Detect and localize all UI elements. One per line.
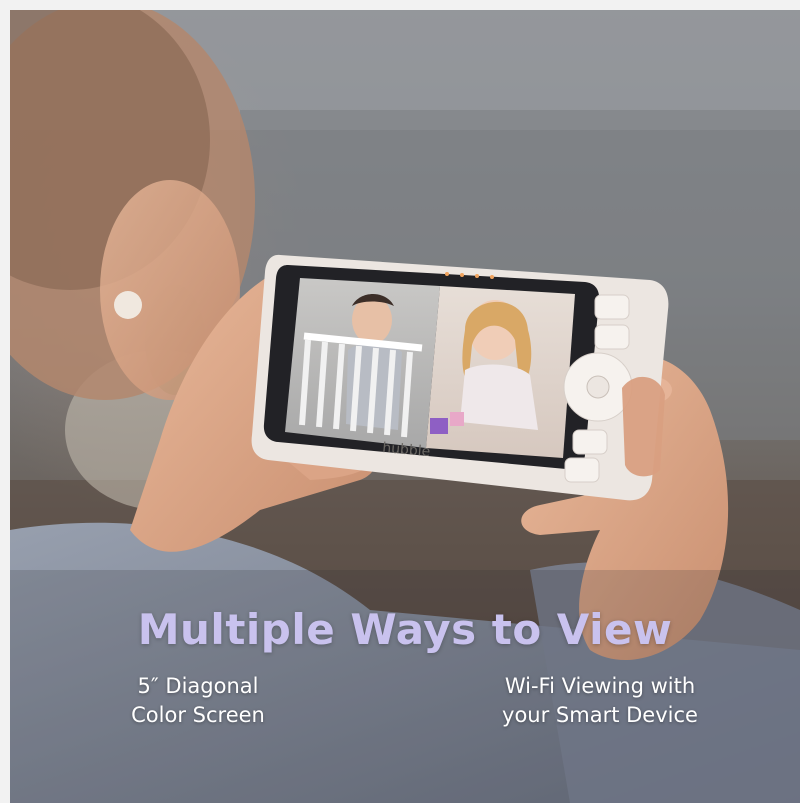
menu-icon [594, 324, 630, 350]
microphone-icon [572, 429, 608, 455]
feature-line: Color Screen [131, 703, 265, 727]
feature-line: Wi-Fi Viewing with [504, 674, 696, 698]
product-photo: hubble Multiple Ways to View 5″ Diagonal… [10, 10, 800, 803]
baby-monitor-device: hubble [251, 254, 669, 501]
feature-line: your Smart Device [502, 703, 698, 727]
power-icon [564, 457, 600, 483]
feature-line: 5″ Diagonal [137, 674, 259, 698]
feature-diagonal-screen: 5″ Diagonal Color Screen [98, 672, 298, 730]
camera-icon [594, 294, 630, 320]
headline: Multiple Ways to View [137, 605, 673, 654]
feature-wifi-viewing: Wi-Fi Viewing with your Smart Device [450, 672, 750, 730]
